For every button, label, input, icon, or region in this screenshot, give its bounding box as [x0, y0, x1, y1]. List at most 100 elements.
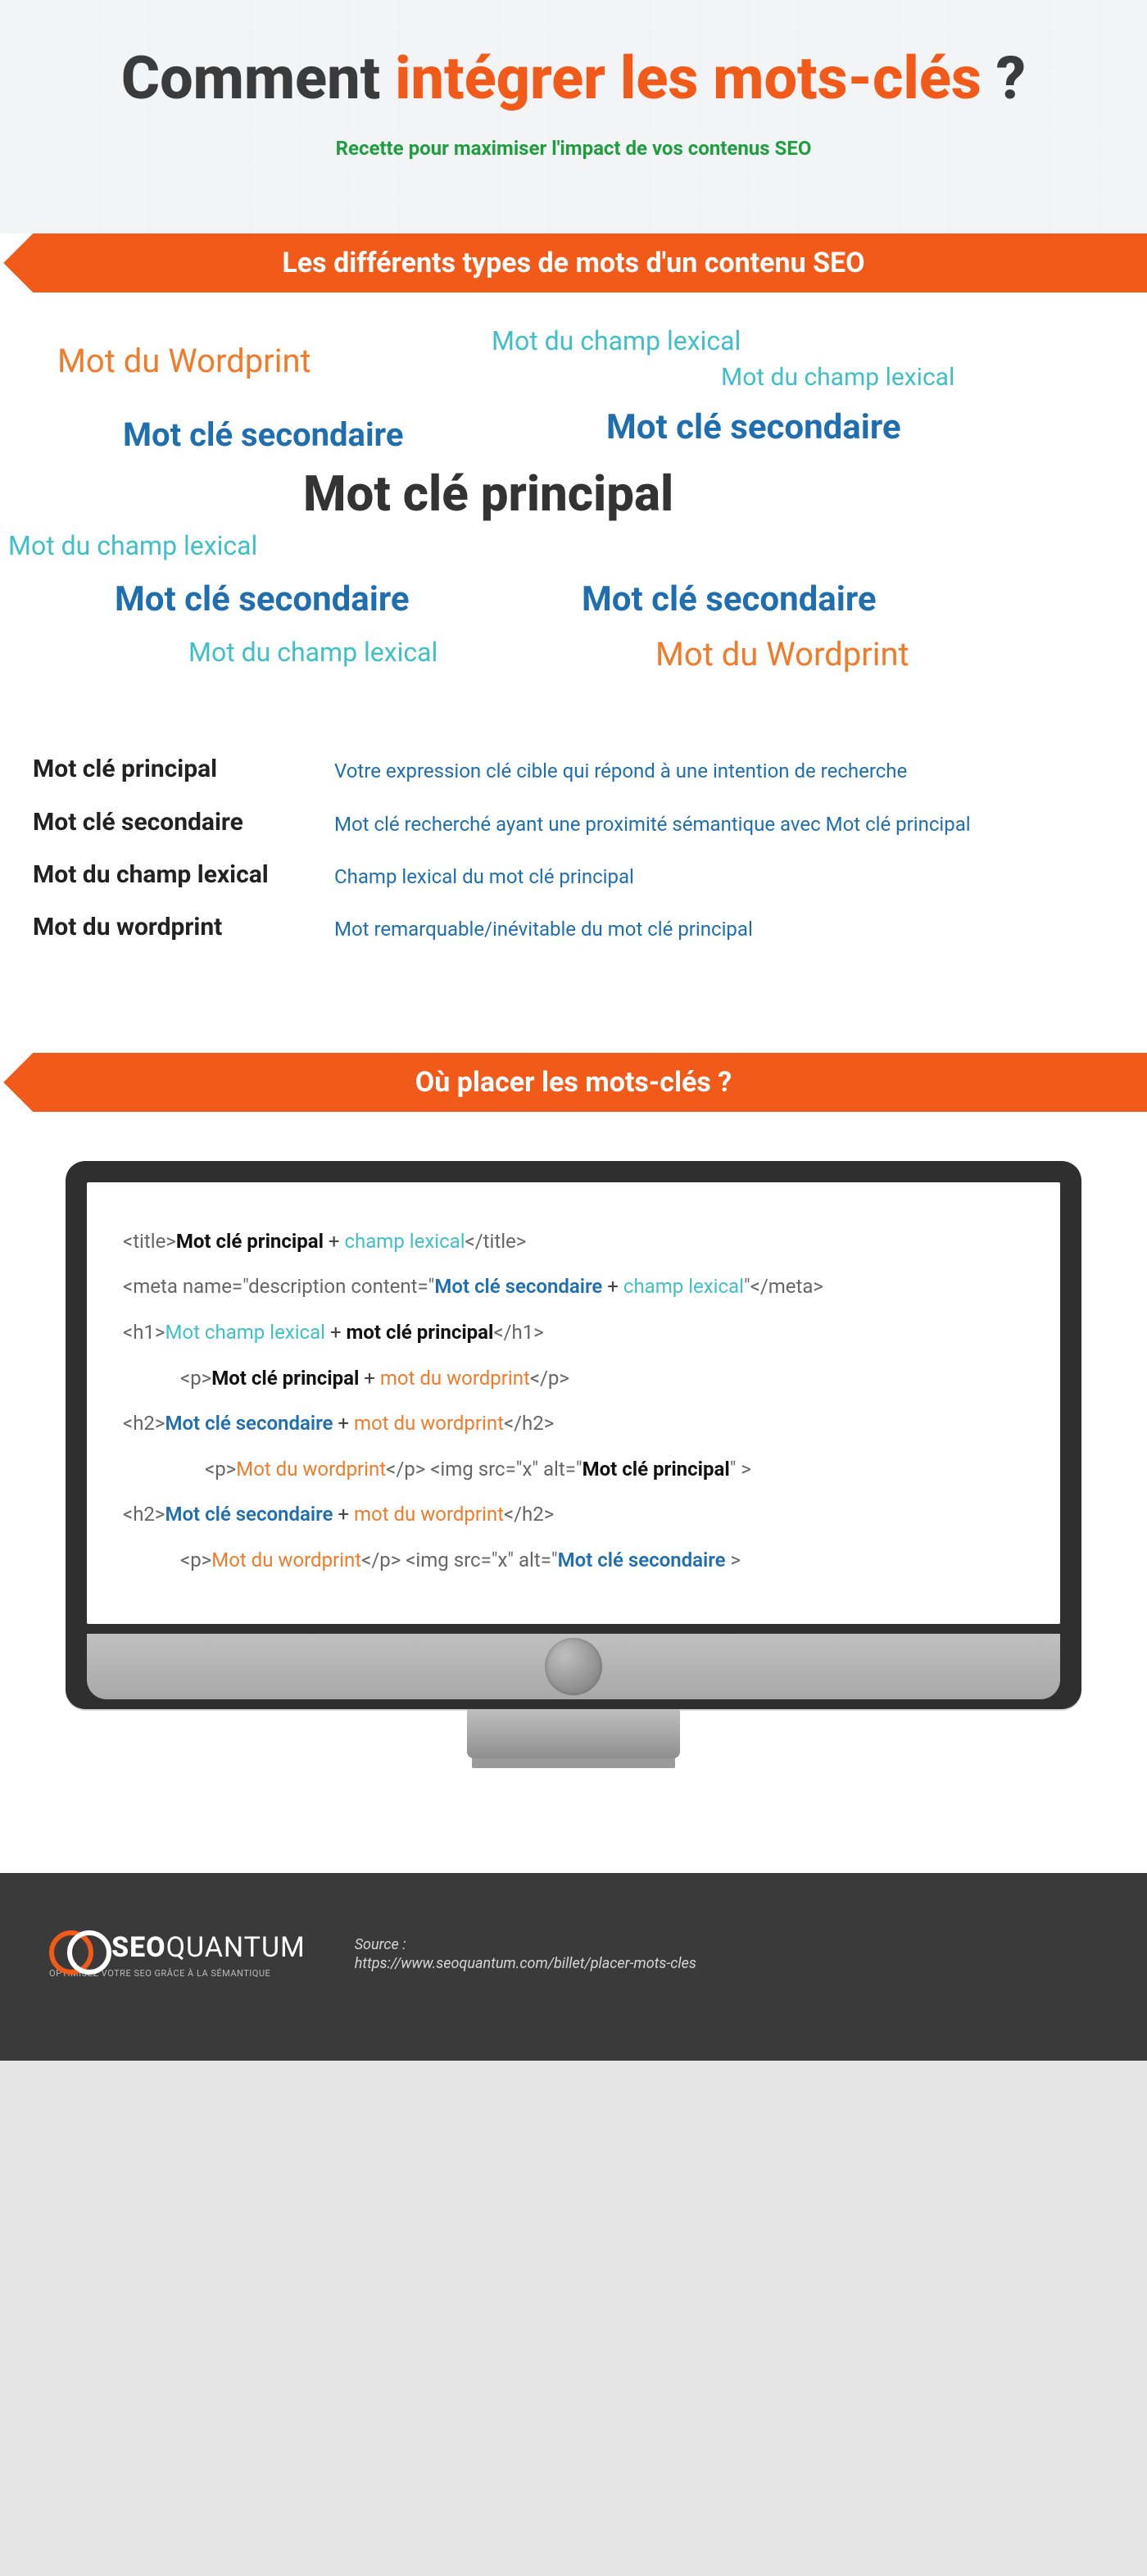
tag-img: <img src="x" alt=" [425, 1458, 582, 1481]
definition-term: Mot du champ lexical [33, 860, 311, 890]
definition-row: Mot clé principal Votre expression clé c… [33, 743, 1114, 796]
section-2-title: Où placer les mots-clés ? [415, 1066, 732, 1099]
kw-champ-lexical: champ lexical [623, 1275, 744, 1298]
kw-wordprint: mot du wordprint [354, 1412, 504, 1435]
code-h2a-line: <h2>Mot clé secondaire + mot du wordprin… [123, 1405, 1024, 1443]
plus: + [324, 1230, 345, 1253]
code-p1-line: <p>Mot clé principal + mot du wordprint<… [123, 1360, 1024, 1398]
brand-logo: SEOQUANTUM OPTIMISEZ VOTRE SEO GRÂCE À L… [49, 1930, 306, 1979]
cloud-wordprint-1: Mot du Wordprint [57, 342, 311, 380]
definition-term: Mot clé principal [33, 755, 311, 784]
code-p3-line: <p>Mot du wordprint</p> <img src="x" alt… [123, 1542, 1024, 1580]
section-1-title: Les différents types de mots d'un conten… [282, 247, 864, 279]
source-url: https://www.seoquantum.com/billet/placer… [355, 1955, 696, 1972]
hero: Comment intégrer les mots-clés ? Recette… [0, 0, 1147, 234]
tag-close: > [726, 1549, 741, 1571]
keyword-cloud: Mot du Wordprint Mot du champ lexical Mo… [0, 293, 1147, 719]
title-part-accent: intégrer les mots-clés [395, 43, 982, 113]
tag-img: <img src="x" alt=" [401, 1549, 557, 1571]
kw-wordprint: mot du wordprint [380, 1367, 530, 1390]
cloud-secondary-1: Mot clé secondaire [123, 415, 403, 454]
kw-principal: Mot clé principal [176, 1230, 324, 1253]
monitor-stand [467, 1709, 680, 1758]
cloud-lexical-3: Mot du champ lexical [8, 530, 257, 561]
hero-background-doodles [0, 0, 1147, 234]
code-h1-line: <h1>Mot champ lexical + mot clé principa… [123, 1314, 1024, 1352]
tag-close: </title> [465, 1230, 527, 1253]
tag-open: <p> [180, 1549, 211, 1571]
kw-principal: Mot clé principal [583, 1458, 730, 1481]
tag-open: <title> [123, 1230, 176, 1253]
brand-text-seo: SEO [111, 1931, 166, 1964]
cloud-lexical-4: Mot du champ lexical [188, 637, 437, 668]
kw-champ-lexical: Mot champ lexical [165, 1321, 325, 1344]
cloud-secondary-4: Mot clé secondaire [582, 579, 877, 619]
source-label: Source : [355, 1936, 696, 1953]
section-2-ribbon: Où placer les mots-clés ? [0, 1053, 1147, 1112]
tag-open: <p> [180, 1367, 211, 1390]
definition-term: Mot clé secondaire [33, 808, 311, 837]
brand-mark: SEOQUANTUM [49, 1930, 306, 1965]
page-title: Comment intégrer les mots-clés ? [33, 46, 1114, 111]
kw-champ-lexical: champ lexical [344, 1230, 465, 1253]
section-1-ribbon: Les différents types de mots d'un conten… [0, 234, 1147, 293]
definition-term: Mot du wordprint [33, 913, 311, 942]
tag-open: <p> [205, 1458, 236, 1481]
kw-secondaire: Mot clé secondaire [434, 1275, 602, 1298]
code-meta-line: <meta name="description content="Mot clé… [123, 1268, 1024, 1306]
monitor-bezel-bottom [87, 1634, 1060, 1699]
definition-desc: Champ lexical du mot clé principal [334, 860, 1114, 890]
title-part-a: Comment [121, 43, 395, 113]
kw-secondaire: Mot clé secondaire [165, 1503, 333, 1526]
code-p2-line: <p>Mot du wordprint</p> <img src="x" alt… [123, 1451, 1024, 1489]
definition-row: Mot du champ lexical Champ lexical du mo… [33, 849, 1114, 901]
definition-desc: Votre expression clé cible qui répond à … [334, 755, 1114, 784]
kw-wordprint: mot du wordprint [354, 1503, 504, 1526]
tag-close: " > [730, 1458, 751, 1481]
plus: + [359, 1367, 380, 1390]
logo-rings-icon [49, 1930, 102, 1965]
infographic-page: Comment intégrer les mots-clés ? Recette… [0, 0, 1147, 2061]
cloud-secondary-2: Mot clé secondaire [606, 407, 901, 447]
monitor-frame: <title>Mot clé principal + champ lexical… [66, 1161, 1081, 1709]
code-title-line: <title>Mot clé principal + champ lexical… [123, 1223, 1024, 1261]
tag-close: </h1> [493, 1321, 543, 1344]
kw-wordprint: Mot du wordprint [236, 1458, 386, 1481]
tag-close: </h2> [504, 1503, 554, 1526]
monitor-home-button [545, 1638, 602, 1695]
title-part-c: ? [982, 43, 1026, 113]
plus: + [333, 1503, 354, 1526]
page-subtitle: Recette pour maximiser l'impact de vos c… [33, 137, 1114, 160]
plus: + [602, 1275, 623, 1298]
tag-open: <meta name="description content=" [123, 1275, 434, 1298]
definition-desc: Mot remarquable/inévitable du mot clé pr… [334, 913, 1114, 942]
source-block: Source : https://www.seoquantum.com/bill… [355, 1936, 696, 1972]
kw-secondaire: Mot clé secondaire [558, 1549, 726, 1571]
footer: SEOQUANTUM OPTIMISEZ VOTRE SEO GRÂCE À L… [0, 1873, 1147, 2061]
tag-close: </p> [361, 1549, 401, 1571]
plus: + [333, 1412, 354, 1435]
definitions-list: Mot clé principal Votre expression clé c… [0, 719, 1147, 1053]
code-h2b-line: <h2>Mot clé secondaire + mot du wordprin… [123, 1496, 1024, 1534]
kw-principal: mot clé principal [347, 1321, 494, 1344]
tag-close: </p> [386, 1458, 425, 1481]
monitor-section: <title>Mot clé principal + champ lexical… [0, 1112, 1147, 1873]
monitor-screen: <title>Mot clé principal + champ lexical… [87, 1182, 1060, 1624]
kw-principal: Mot clé principal [211, 1367, 359, 1390]
cloud-lexical-2: Mot du champ lexical [721, 363, 954, 392]
cloud-secondary-3: Mot clé secondaire [115, 579, 410, 619]
tag-close: </h2> [504, 1412, 554, 1435]
definition-row: Mot du wordprint Mot remarquable/inévita… [33, 901, 1114, 954]
cloud-lexical-1: Mot du champ lexical [492, 325, 741, 356]
tag-close: </p> [530, 1367, 569, 1390]
kw-wordprint: Mot du wordprint [211, 1549, 361, 1571]
cloud-wordprint-2: Mot du Wordprint [655, 635, 909, 673]
tag-open: <h2> [123, 1503, 165, 1526]
kw-secondaire: Mot clé secondaire [165, 1412, 333, 1435]
tag-open: <h1> [123, 1321, 165, 1344]
cloud-principal: Mot clé principal [303, 465, 673, 523]
definition-desc: Mot clé recherché ayant une proximité sé… [334, 808, 1114, 837]
tag-open: <h2> [123, 1412, 165, 1435]
brand-text-quantum: QUANTUM [166, 1931, 306, 1964]
plus: + [325, 1321, 347, 1344]
